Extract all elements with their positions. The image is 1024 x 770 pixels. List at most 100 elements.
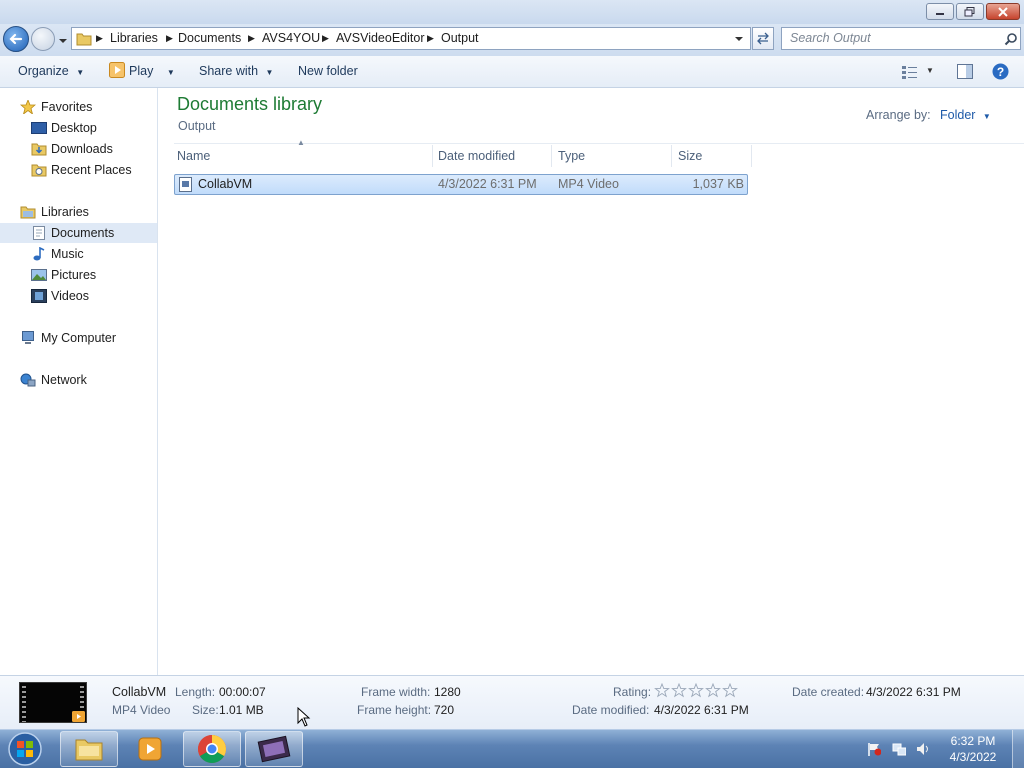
close-icon — [998, 6, 1008, 17]
start-button[interactable] — [6, 731, 44, 767]
file-date-modified: 4/3/2022 6:31 PM — [438, 177, 537, 191]
nav-item-recent-places[interactable]: Recent Places — [0, 160, 157, 180]
date-modified-value[interactable]: 4/3/2022 6:31 PM — [654, 702, 749, 718]
breadcrumb-avs4you[interactable]: AVS4YOU — [262, 28, 320, 49]
taskbar-explorer-button[interactable] — [60, 731, 118, 767]
help-button[interactable]: ? — [992, 63, 1009, 83]
frame-width-label: Frame width: — [361, 685, 431, 699]
recent-pages-dropdown[interactable] — [58, 35, 68, 45]
column-header-size[interactable]: Size — [678, 145, 702, 167]
nav-network-label: Network — [41, 373, 87, 387]
arrange-by-dropdown[interactable]: Folder ▼ — [940, 108, 991, 122]
action-center-flag-icon[interactable] — [867, 742, 881, 756]
organize-button[interactable]: Organize ▼ — [18, 56, 84, 87]
film-strip-left — [22, 683, 26, 722]
nav-item-music[interactable]: Music — [0, 244, 157, 264]
nav-favorites-label: Favorites — [41, 100, 93, 114]
nav-item-label: Music — [51, 247, 84, 261]
nav-item-label: Recent Places — [51, 163, 132, 177]
windows-logo-icon — [8, 732, 42, 766]
column-header-name[interactable]: Name — [177, 145, 210, 167]
music-icon — [33, 247, 45, 261]
search-icon[interactable] — [1004, 32, 1018, 46]
frame-height-value[interactable]: 720 — [434, 702, 454, 718]
column-divider[interactable] — [751, 145, 752, 167]
frame-height-label: Frame height: — [357, 703, 432, 717]
breadcrumb-separator-icon[interactable]: ▶ — [166, 28, 173, 49]
chevron-down-icon — [59, 39, 67, 43]
back-button[interactable] — [3, 26, 29, 52]
network-status-icon[interactable] — [892, 742, 906, 756]
nav-item-label: Documents — [51, 226, 115, 240]
column-divider[interactable] — [432, 145, 433, 167]
restore-icon — [964, 6, 975, 16]
change-view-button[interactable] — [902, 65, 918, 82]
libraries-icon — [20, 206, 36, 219]
breadcrumb-separator-icon[interactable]: ▶ — [427, 28, 434, 49]
taskbar-chrome-button[interactable] — [183, 731, 241, 767]
nav-network[interactable]: Network — [0, 370, 157, 390]
date-created-value[interactable]: 4/3/2022 6:31 PM — [866, 684, 961, 700]
search-input[interactable]: Search Output — [781, 27, 1021, 50]
address-bar[interactable]: ▶ Libraries ▶ Documents ▶ AVS4YOU ▶ AVSV… — [71, 27, 751, 50]
volume-icon[interactable] — [916, 742, 930, 756]
new-folder-button[interactable]: New folder — [298, 56, 358, 87]
column-header-date-modified[interactable]: Date modified — [438, 145, 515, 167]
computer-icon — [22, 331, 34, 344]
nav-libraries[interactable]: Libraries — [0, 202, 157, 222]
date-created-label: Date created: — [792, 685, 865, 699]
clock-time: 6:32 PM — [950, 734, 996, 748]
nav-item-pictures[interactable]: Pictures — [0, 265, 157, 285]
nav-libraries-label: Libraries — [41, 205, 89, 219]
frame-width-value[interactable]: 1280 — [434, 684, 461, 700]
restore-button[interactable] — [956, 3, 984, 20]
minimize-button[interactable] — [926, 3, 954, 20]
breadcrumb-separator-icon[interactable]: ▶ — [248, 28, 255, 49]
play-button[interactable]: Play ▼ — [109, 56, 175, 87]
media-player-icon — [138, 737, 162, 761]
breadcrumb-separator-icon[interactable]: ▶ — [322, 28, 329, 49]
refresh-button[interactable] — [752, 27, 774, 50]
breadcrumb-output[interactable]: Output — [441, 28, 479, 49]
nav-favorites[interactable]: Favorites — [0, 97, 157, 117]
date-modified-label: Date modified: — [572, 703, 650, 717]
length-label: Length: — [175, 685, 216, 699]
rating-stars[interactable] — [654, 682, 740, 699]
folder-icon — [76, 33, 92, 46]
file-size: 1,037 KB — [692, 177, 744, 191]
column-header-type[interactable]: Type — [558, 145, 585, 167]
recent-places-icon — [31, 164, 47, 177]
length-value[interactable]: 00:00:07 — [219, 684, 266, 700]
breadcrumb-avsvideoeditor[interactable]: AVSVideoEditor — [336, 28, 424, 49]
chevron-down-icon: ▼ — [76, 68, 85, 77]
breadcrumb-documents[interactable]: Documents — [178, 28, 241, 49]
downloads-folder-icon — [31, 143, 47, 156]
nav-item-documents[interactable]: Documents — [0, 223, 157, 243]
view-options-chevron-icon[interactable]: ▼ — [926, 66, 934, 75]
close-button[interactable] — [986, 3, 1020, 20]
preview-pane-button[interactable] — [957, 64, 973, 82]
share-with-button[interactable]: Share with ▼ — [199, 56, 273, 87]
table-row[interactable]: CollabVM 4/3/2022 6:31 PM MP4 Video 1,03… — [174, 174, 748, 195]
breadcrumb-libraries[interactable]: Libraries — [110, 28, 158, 49]
star-icon — [20, 100, 36, 114]
taskbar-media-player-button[interactable] — [121, 731, 179, 767]
nav-item-downloads[interactable]: Downloads — [0, 139, 157, 159]
details-pane: CollabVM MP4 Video Length: 00:00:07 Size… — [0, 675, 1024, 729]
documents-icon — [33, 226, 45, 240]
forward-button[interactable] — [31, 27, 55, 51]
chevron-down-icon[interactable] — [734, 34, 744, 44]
column-divider[interactable] — [551, 145, 552, 167]
nav-item-desktop[interactable]: Desktop — [0, 118, 157, 138]
desktop-icon — [31, 122, 47, 134]
show-desktop-button[interactable] — [1012, 730, 1024, 768]
organize-label: Organize — [18, 64, 69, 78]
minimize-icon — [936, 12, 944, 15]
videos-icon — [31, 289, 47, 303]
taskbar-video-editor-button[interactable] — [245, 731, 303, 767]
nav-my-computer[interactable]: My Computer — [0, 328, 157, 348]
column-divider[interactable] — [671, 145, 672, 167]
breadcrumb-separator-icon[interactable]: ▶ — [96, 28, 103, 49]
nav-item-videos[interactable]: Videos — [0, 286, 157, 306]
system-clock[interactable]: 6:32 PM 4/3/2022 — [940, 733, 1006, 765]
